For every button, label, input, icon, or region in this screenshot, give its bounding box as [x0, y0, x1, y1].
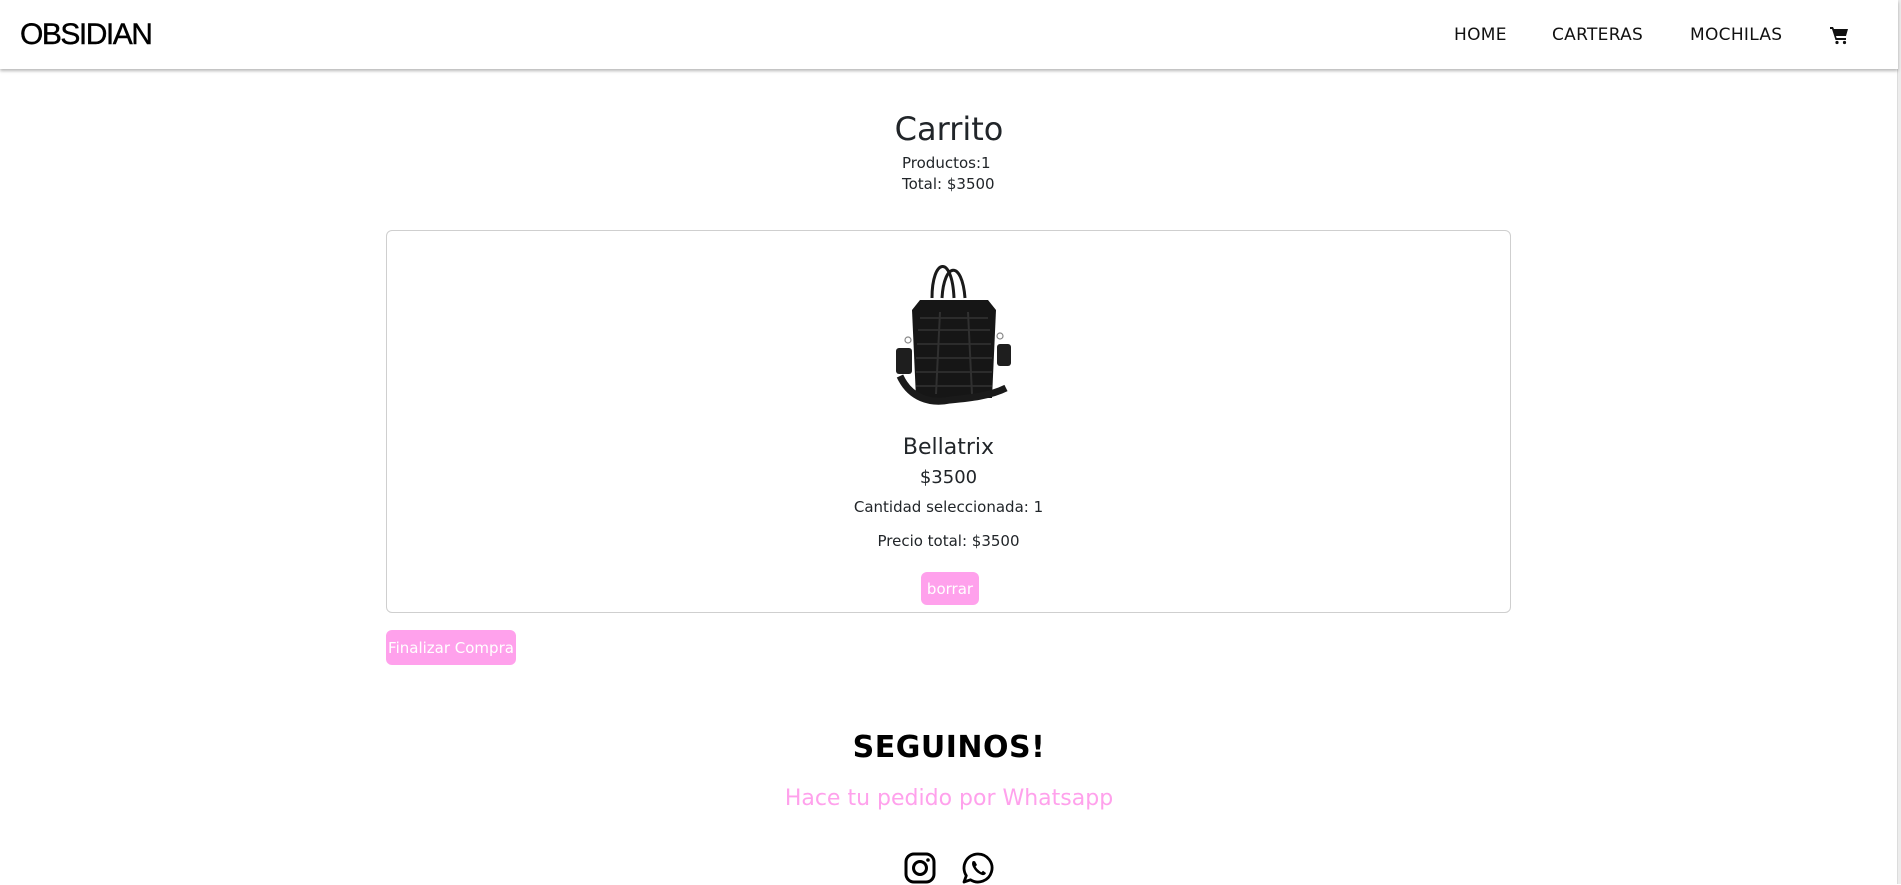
cart-header: Carrito — [0, 108, 1898, 150]
product-image — [870, 248, 1030, 408]
cart-total: Total: $3500 — [902, 175, 995, 193]
whatsapp-order-link[interactable]: Hace tu pedido por Whatsapp — [0, 785, 1898, 813]
nav-link-carteras[interactable]: CARTERAS — [1552, 24, 1643, 46]
brand-logo[interactable]: OBSIDIAN — [20, 18, 153, 52]
selected-quantity: Cantidad seleccionada: 1 — [853, 498, 1044, 516]
whatsapp-icon[interactable] — [961, 851, 995, 885]
checkout-button[interactable]: Finalizar Compra — [386, 630, 516, 665]
page-title: Carrito — [894, 110, 1004, 148]
product-name: Bellatrix — [902, 435, 995, 460]
shopping-cart-icon[interactable] — [1829, 25, 1849, 45]
products-count: Productos:1 — [902, 154, 991, 172]
cart-item-card: Bellatrix $3500 Cantidad seleccionada: 1… — [386, 230, 1511, 613]
cart-summary: Productos:1 Total: $3500 — [902, 153, 995, 195]
item-total-price: Precio total: $3500 — [877, 532, 1020, 550]
product-price: $3500 — [919, 467, 978, 488]
instagram-icon[interactable] — [903, 851, 937, 885]
delete-button[interactable]: borrar — [921, 572, 979, 605]
nav-link-mochilas[interactable]: MOCHILAS — [1690, 24, 1782, 46]
follow-heading: SEGUINOS! — [852, 730, 1046, 765]
nav-link-home[interactable]: HOME — [1454, 24, 1507, 46]
navbar: OBSIDIAN HOME CARTERAS MOCHILAS — [0, 0, 1898, 69]
